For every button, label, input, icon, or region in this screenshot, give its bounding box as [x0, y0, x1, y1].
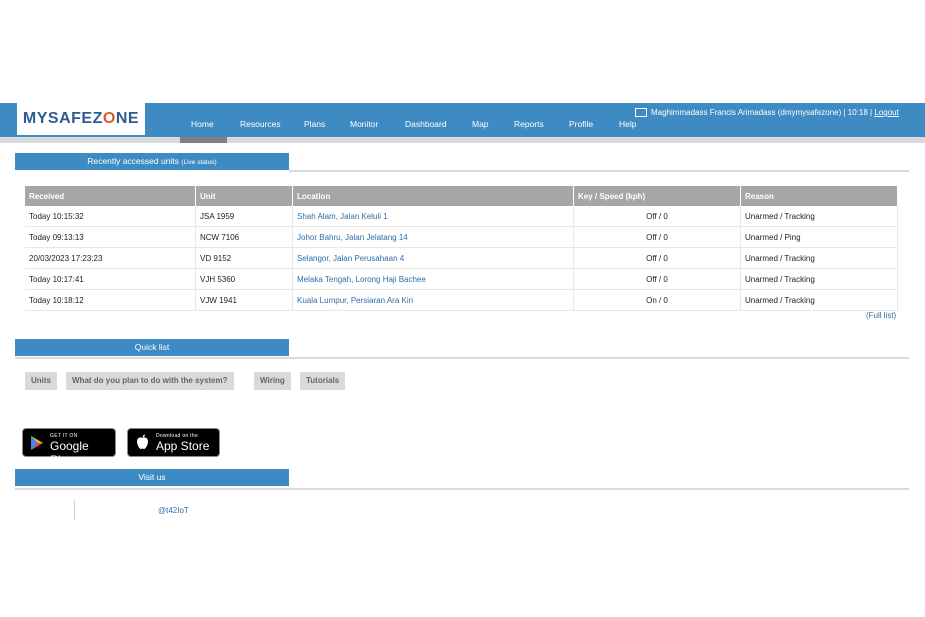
cell-location-link[interactable]: Shah Alam, Jalan Keluli 1 — [292, 206, 574, 227]
nav-home[interactable]: Home — [191, 119, 214, 129]
cell-location-link[interactable]: Melaka Tengah, Lorong Haji Bachee — [292, 268, 574, 290]
google-play-label: Google Play — [50, 439, 89, 467]
app-store-label: App Store — [156, 439, 210, 453]
section-divider — [15, 357, 909, 359]
quick-tutorials-button[interactable]: Tutorials — [300, 372, 346, 390]
logo[interactable]: MYSAFEZONE — [17, 103, 145, 135]
col-unit[interactable]: Unit — [195, 186, 293, 206]
quick-list-title: Quick list — [134, 342, 170, 352]
live-status-note[interactable]: (Live status) — [181, 159, 216, 166]
visit-us-header: Visit us — [15, 469, 289, 486]
cell-received: Today 10:17:41 — [25, 268, 196, 290]
active-nav-indicator — [180, 137, 227, 143]
cell-key-speed: Off / 0 — [573, 247, 741, 269]
col-received[interactable]: Received — [25, 186, 196, 206]
recent-units-table: Received Unit Location Key / Speed (kph)… — [25, 186, 898, 311]
cell-reason: Unarmed / Tracking — [740, 206, 898, 227]
table-row[interactable]: Today 10:17:41 VJH 5360 Melaka Tengah, L… — [25, 268, 898, 290]
nav-help[interactable]: Help — [619, 119, 636, 129]
section-divider — [15, 488, 909, 490]
cell-key-speed: Off / 0 — [573, 226, 741, 248]
nav-map[interactable]: Map — [472, 119, 489, 129]
cell-key-speed: On / 0 — [573, 289, 741, 311]
cell-unit: VD 9152 — [195, 247, 293, 269]
cell-reason: Unarmed / Tracking — [740, 247, 898, 269]
table-row[interactable]: Today 09:13:13 NCW 7106 Johor Bahru, Jal… — [25, 226, 898, 248]
google-play-badge[interactable]: GET IT ON Google Play — [22, 428, 116, 467]
user-info: Maghimmadass Francis Arimadass (dmymysaf… — [635, 108, 899, 118]
table-row[interactable]: Today 10:18:12 VJW 1941 Kuala Lumpur, Pe… — [25, 289, 898, 311]
google-play-icon — [31, 436, 43, 450]
cell-reason: Unarmed / Tracking — [740, 268, 898, 290]
col-location[interactable]: Location — [292, 186, 574, 206]
cell-unit: VJW 1941 — [195, 289, 293, 311]
cell-key-speed: Off / 0 — [573, 268, 741, 290]
nav-profile[interactable]: Profile — [569, 119, 593, 129]
col-key-speed[interactable]: Key / Speed (kph) — [573, 186, 741, 206]
cell-location-link[interactable]: Kuala Lumpur, Persiaran Ara Kiri — [292, 289, 574, 311]
recent-units-header: Recently accessed units (Live status) — [15, 153, 289, 170]
cell-received: Today 10:15:32 — [25, 206, 196, 227]
cell-received: Today 09:13:13 — [25, 226, 196, 248]
vertical-divider — [74, 500, 75, 520]
app-store-badge[interactable]: Download on the App Store — [127, 428, 220, 457]
nav-plans[interactable]: Plans — [304, 119, 325, 129]
table-header-row: Received Unit Location Key / Speed (kph)… — [25, 186, 898, 206]
recent-units-title: Recently accessed units — [87, 156, 179, 166]
quick-units-button[interactable]: Units — [25, 372, 57, 390]
nav-monitor[interactable]: Monitor — [350, 119, 378, 129]
section-divider — [289, 170, 909, 172]
table-row[interactable]: Today 10:15:32 JSA 1959 Shah Alam, Jalan… — [25, 206, 898, 227]
nav-reports[interactable]: Reports — [514, 119, 544, 129]
nav-dashboard[interactable]: Dashboard — [405, 119, 447, 129]
logout-link[interactable]: Logout — [874, 108, 898, 117]
mail-icon[interactable] — [635, 108, 647, 118]
cell-received: 20/03/2023 17:23:23 — [25, 247, 196, 269]
user-info-text: Maghimmadass Francis Arimadass (dmymysaf… — [651, 108, 873, 117]
col-reason[interactable]: Reason — [740, 186, 898, 206]
cell-key-speed: Off / 0 — [573, 206, 741, 227]
quick-plan-button[interactable]: What do you plan to do with the system? — [66, 372, 234, 390]
header-bottom-bar — [0, 137, 925, 143]
logo-text: MYSAFEZONE — [22, 110, 140, 127]
cell-received: Today 10:18:12 — [25, 289, 196, 311]
cell-unit: VJH 5360 — [195, 268, 293, 290]
cell-location-link[interactable]: Johor Bahru, Jalan Jelatang 14 — [292, 226, 574, 248]
visit-us-title: Visit us — [138, 472, 166, 482]
full-list-link[interactable]: (Full list) — [866, 311, 896, 320]
quick-list-header: Quick list — [15, 339, 289, 356]
cell-unit: NCW 7106 — [195, 226, 293, 248]
table-row[interactable]: 20/03/2023 17:23:23 VD 9152 Selangor, Ja… — [25, 247, 898, 269]
cell-reason: Unarmed / Ping — [740, 226, 898, 248]
cell-unit: JSA 1959 — [195, 206, 293, 227]
cell-reason: Unarmed / Tracking — [740, 289, 898, 311]
nav-resources[interactable]: Resources — [240, 119, 281, 129]
social-handle-link[interactable]: @t42IoT — [158, 506, 189, 515]
cell-location-link[interactable]: Selangor, Jalan Perusahaan 4 — [292, 247, 574, 269]
apple-icon — [137, 434, 148, 449]
quick-wiring-button[interactable]: Wiring — [254, 372, 291, 390]
